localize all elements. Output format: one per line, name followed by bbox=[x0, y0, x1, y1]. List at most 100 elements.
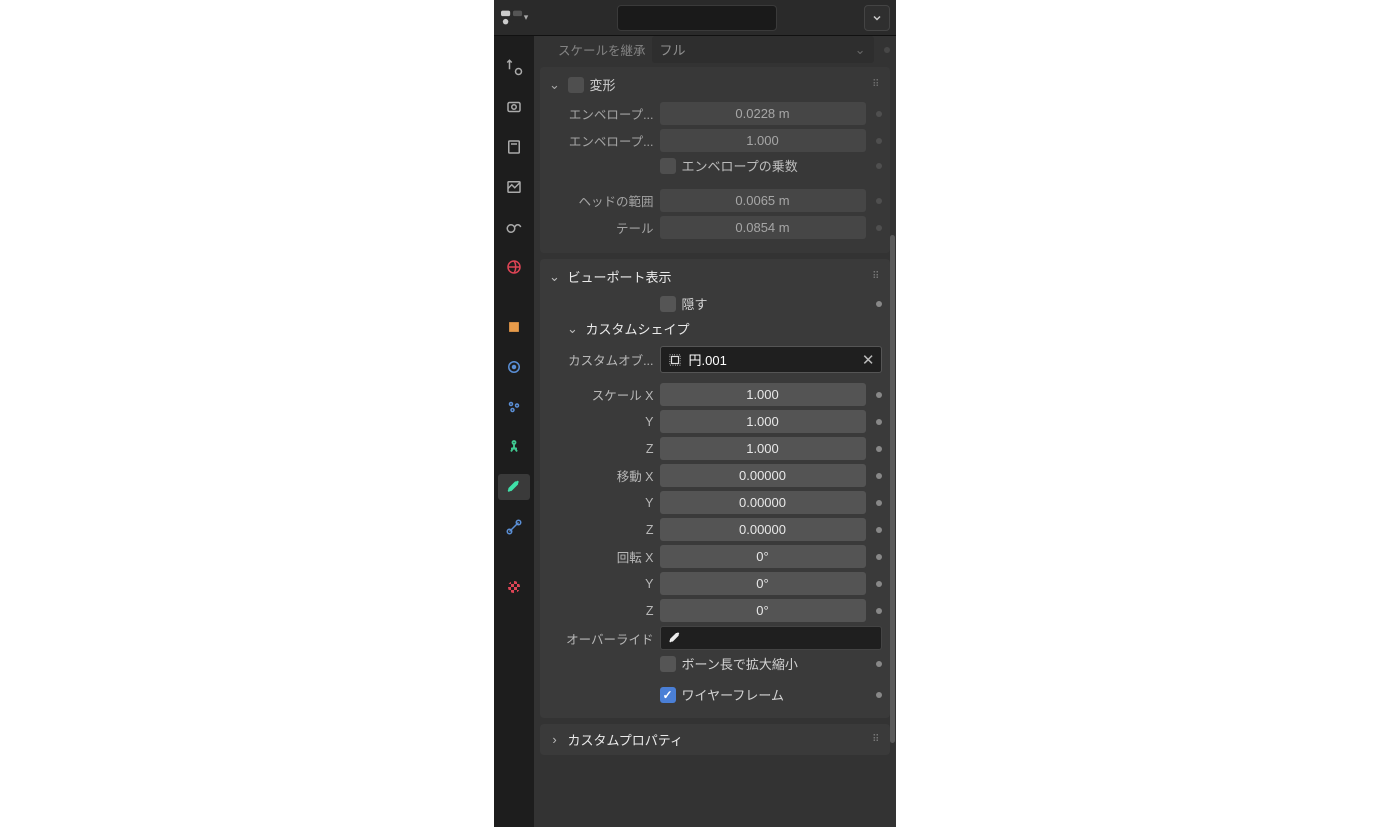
tab-particles[interactable] bbox=[498, 394, 530, 420]
mesh-icon bbox=[667, 352, 683, 368]
inherit-scale-row: スケールを継承 フル ⌄ bbox=[540, 36, 890, 63]
keyframe-dot[interactable] bbox=[876, 163, 882, 169]
scale-bone-length-checkbox[interactable] bbox=[660, 656, 676, 672]
rot-z-field[interactable]: 0° bbox=[660, 599, 866, 622]
tab-object[interactable] bbox=[498, 314, 530, 340]
keyframe-dot[interactable] bbox=[876, 419, 882, 425]
rot-x-field[interactable]: 0° bbox=[660, 545, 866, 568]
panel-drag-icon[interactable]: ⠿ bbox=[872, 734, 881, 745]
rot-y-field[interactable]: 0° bbox=[660, 572, 866, 595]
deform-title: 変形 bbox=[590, 75, 616, 94]
envelope-weight-field[interactable]: 1.000 bbox=[660, 129, 866, 152]
tab-physics[interactable] bbox=[498, 434, 530, 460]
envelope-mult-label: エンベロープの乗数 bbox=[682, 156, 798, 175]
tail-radius-label: テール bbox=[548, 218, 654, 237]
tab-modifier[interactable] bbox=[498, 354, 530, 380]
properties-panel-window: ▾ bbox=[494, 0, 896, 827]
trans-y-label: Y bbox=[548, 496, 654, 510]
panel-mode-icon[interactable]: ▾ bbox=[500, 5, 530, 31]
trans-x-label: 移動 X bbox=[548, 466, 654, 485]
panel-drag-icon[interactable]: ⠿ bbox=[872, 79, 881, 90]
viewport-display-panel: ⌄ ビューポート表示 ⠿ 隠す ⌄ カスタムシェイプ bbox=[540, 259, 890, 718]
tab-bone[interactable] bbox=[498, 474, 530, 500]
inherit-scale-select[interactable]: フル ⌄ bbox=[652, 36, 874, 63]
deform-panel: ⌄ 変形 ⠿ エンベロープ... 0.0228 m エンベロープ... 1.00… bbox=[540, 67, 890, 253]
tab-output[interactable] bbox=[498, 134, 530, 160]
scale-bone-length-label: ボーン長で拡大縮小 bbox=[682, 654, 798, 673]
keyframe-dot[interactable] bbox=[876, 473, 882, 479]
hide-label: 隠す bbox=[682, 294, 708, 313]
override-label: オーバーライド bbox=[548, 629, 654, 648]
bone-icon bbox=[667, 630, 683, 646]
tail-radius-field[interactable]: 0.0854 m bbox=[660, 216, 866, 239]
scale-z-field[interactable]: 1.000 bbox=[660, 437, 866, 460]
trans-x-field[interactable]: 0.00000 bbox=[660, 464, 866, 487]
property-tab-strip bbox=[494, 36, 534, 827]
deform-header[interactable]: ⌄ 変形 ⠿ bbox=[548, 75, 882, 94]
tab-scene[interactable] bbox=[498, 214, 530, 240]
scale-x-field[interactable]: 1.000 bbox=[660, 383, 866, 406]
head-radius-label: ヘッドの範囲 bbox=[548, 191, 654, 210]
keyframe-dot[interactable] bbox=[876, 198, 882, 204]
scale-y-field[interactable]: 1.000 bbox=[660, 410, 866, 433]
keyframe-dot[interactable] bbox=[876, 661, 882, 667]
viewport-display-header[interactable]: ⌄ ビューポート表示 ⠿ bbox=[548, 267, 882, 286]
envelope-distance-label: エンベロープ... bbox=[548, 104, 654, 123]
chevron-down-icon: ⌄ bbox=[548, 77, 562, 93]
keyframe-dot[interactable] bbox=[876, 111, 882, 117]
tab-viewlayer[interactable] bbox=[498, 174, 530, 200]
custom-object-field[interactable]: 円.001 ✕ bbox=[660, 346, 882, 373]
keyframe-dot[interactable] bbox=[876, 554, 882, 560]
keyframe-dot[interactable] bbox=[876, 527, 882, 533]
trans-z-field[interactable]: 0.00000 bbox=[660, 518, 866, 541]
custom-shape-header[interactable]: ⌄ カスタムシェイプ bbox=[566, 319, 882, 338]
wireframe-checkbox[interactable] bbox=[660, 687, 676, 703]
chevron-down-icon: ⌄ bbox=[855, 42, 866, 58]
envelope-distance-field[interactable]: 0.0228 m bbox=[660, 102, 866, 125]
tab-render[interactable] bbox=[498, 94, 530, 120]
tab-bone-constraint[interactable] bbox=[498, 514, 530, 540]
options-dropdown[interactable] bbox=[864, 5, 890, 31]
head-radius-field[interactable]: 0.0065 m bbox=[660, 189, 866, 212]
trans-z-label: Z bbox=[548, 523, 654, 537]
keyframe-dot[interactable] bbox=[876, 581, 882, 587]
viewport-display-title: ビューポート表示 bbox=[568, 267, 672, 286]
trans-y-field[interactable]: 0.00000 bbox=[660, 491, 866, 514]
rot-y-label: Y bbox=[548, 577, 654, 591]
keyframe-dot[interactable] bbox=[876, 392, 882, 398]
custom-properties-header[interactable]: › カスタムプロパティ ⠿ bbox=[548, 730, 882, 749]
body: スケールを継承 フル ⌄ ⌄ 変形 ⠿ エンベロープ... bbox=[494, 36, 896, 827]
scrollbar[interactable] bbox=[890, 40, 895, 821]
inherit-scale-label: スケールを継承 bbox=[540, 40, 646, 59]
rot-x-label: 回転 X bbox=[548, 547, 654, 566]
custom-shape-title: カスタムシェイプ bbox=[586, 319, 690, 338]
keyframe-dot[interactable] bbox=[876, 608, 882, 614]
wireframe-label: ワイヤーフレーム bbox=[682, 685, 784, 704]
tab-material[interactable] bbox=[498, 574, 530, 600]
keyframe-dot[interactable] bbox=[876, 692, 882, 698]
rot-z-label: Z bbox=[548, 604, 654, 618]
override-field[interactable] bbox=[660, 626, 882, 650]
keyframe-dot[interactable] bbox=[876, 500, 882, 506]
deform-enable-checkbox[interactable] bbox=[568, 77, 584, 93]
search-box[interactable] bbox=[617, 5, 777, 31]
keyframe-dot[interactable] bbox=[876, 446, 882, 452]
chevron-down-icon: ⌄ bbox=[548, 269, 562, 285]
scrollbar-thumb[interactable] bbox=[890, 235, 895, 743]
keyframe-dot[interactable] bbox=[876, 138, 882, 144]
keyframe-dot[interactable] bbox=[876, 301, 882, 307]
tab-world[interactable] bbox=[498, 254, 530, 280]
envelope-mult-checkbox[interactable] bbox=[660, 158, 676, 174]
custom-properties-panel: › カスタムプロパティ ⠿ bbox=[540, 724, 890, 755]
chevron-down-icon bbox=[871, 12, 883, 24]
clear-object-button[interactable]: ✕ bbox=[862, 351, 875, 369]
chevron-down-icon: ⌄ bbox=[566, 321, 580, 337]
panel-drag-icon[interactable]: ⠿ bbox=[872, 271, 881, 282]
scale-x-label: スケール X bbox=[548, 385, 654, 404]
keyframe-dot[interactable] bbox=[876, 225, 882, 231]
scale-y-label: Y bbox=[548, 415, 654, 429]
custom-object-name: 円.001 bbox=[689, 350, 856, 369]
search-input[interactable] bbox=[624, 10, 804, 25]
tab-tool[interactable] bbox=[498, 54, 530, 80]
hide-checkbox[interactable] bbox=[660, 296, 676, 312]
